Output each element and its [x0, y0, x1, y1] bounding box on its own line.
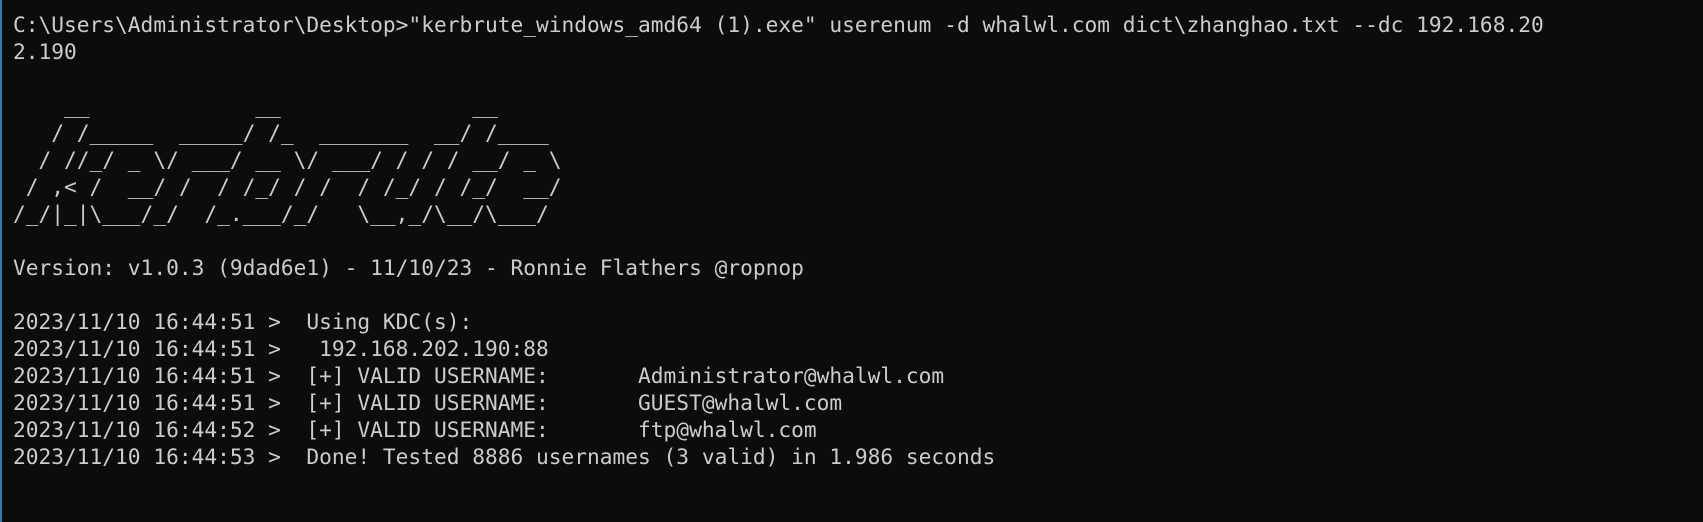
terminal-output[interactable]: C:\Users\Administrator\Desktop>"kerbrute… — [2, 0, 1703, 522]
banner-line: / //_/ _ \/ ___/ __ \/ ___/ / / / __/ _ … — [13, 147, 562, 172]
log-line: 2023/11/10 16:44:53 > Done! Tested 8886 … — [13, 444, 996, 469]
log-line: 2023/11/10 16:44:51 > 192.168.202.190:88 — [13, 336, 549, 361]
command-line-wrap: 2.190 — [13, 39, 77, 64]
log-line: 2023/11/10 16:44:51 > Using KDC(s): — [13, 309, 473, 334]
version-line: Version: v1.0.3 (9dad6e1) - 11/10/23 - R… — [13, 255, 804, 280]
banner-line: /_/|_|\___/_/ /_.___/_/ \__,_/\__/\___/ — [13, 201, 562, 226]
log-line: 2023/11/10 16:44:52 > [+] VALID USERNAME… — [13, 417, 817, 442]
banner-line: / /_____ _____/ /_ _______ __/ /____ — [13, 120, 562, 145]
command-line: C:\Users\Administrator\Desktop>"kerbrute… — [13, 12, 1544, 37]
banner-line: __ __ __ — [13, 93, 562, 118]
log-line: 2023/11/10 16:44:51 > [+] VALID USERNAME… — [13, 390, 843, 415]
banner-line: / ,< / __/ / / /_/ / / / /_/ / /_/ __/ — [13, 174, 562, 199]
log-line: 2023/11/10 16:44:51 > [+] VALID USERNAME… — [13, 363, 945, 388]
